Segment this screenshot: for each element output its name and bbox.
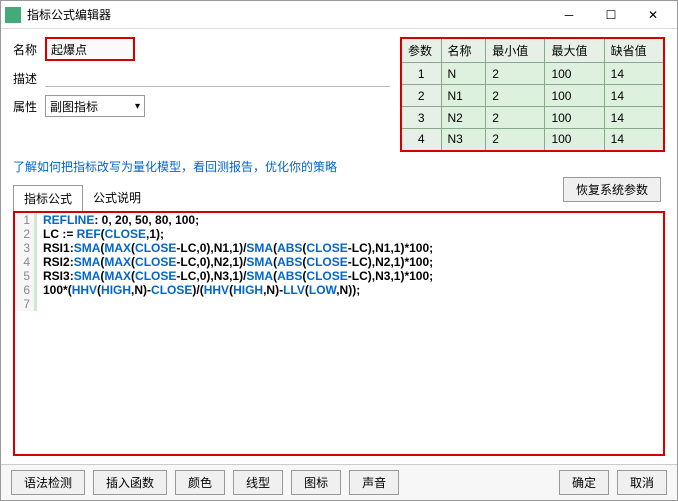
- param-header: 参数: [401, 38, 441, 63]
- param-header-row: 参数 名称 最小值 最大值 缺省值: [401, 38, 664, 63]
- param-header: 缺省值: [604, 38, 664, 63]
- prop-value: 副图指标: [50, 98, 98, 115]
- prop-select[interactable]: 副图指标 ▾: [45, 95, 145, 117]
- app-icon: [5, 7, 21, 23]
- param-row[interactable]: 2N1210014: [401, 85, 664, 107]
- name-input[interactable]: [45, 37, 135, 61]
- prop-label: 属性: [13, 98, 45, 115]
- syntax-check-button[interactable]: 语法检测: [11, 470, 85, 495]
- param-header: 最大值: [545, 38, 604, 63]
- code-editor[interactable]: 1REFLINE: 0, 20, 50, 80, 100;2LC := REF(…: [13, 211, 665, 457]
- tab-explain[interactable]: 公式说明: [83, 185, 151, 212]
- editor-window: 指标公式编辑器 ─ ☐ ✕ 名称 描述 属性 副图指标: [0, 0, 678, 501]
- param-header: 名称: [441, 38, 486, 63]
- top-row: 名称 描述 属性 副图指标 ▾ 参数 名称: [13, 37, 665, 152]
- footer: 语法检测 插入函数 颜色 线型 图标 声音 确定 取消: [1, 464, 677, 500]
- color-button[interactable]: 颜色: [175, 470, 225, 495]
- param-row[interactable]: 4N3210014: [401, 129, 664, 151]
- left-form: 名称 描述 属性 副图指标 ▾: [13, 37, 390, 152]
- restore-params-button[interactable]: 恢复系统参数: [563, 177, 661, 202]
- tab-formula[interactable]: 指标公式: [13, 185, 83, 212]
- desc-input[interactable]: [45, 69, 390, 87]
- chart-icon-button[interactable]: 图标: [291, 470, 341, 495]
- cancel-button[interactable]: 取消: [617, 470, 667, 495]
- close-button[interactable]: ✕: [633, 3, 673, 27]
- param-table: 参数 名称 最小值 最大值 缺省值 1N210014 2N1210014 3N2…: [400, 37, 665, 152]
- minimize-button[interactable]: ─: [549, 3, 589, 27]
- param-row[interactable]: 1N210014: [401, 63, 664, 85]
- name-label: 名称: [13, 41, 45, 58]
- maximize-button[interactable]: ☐: [591, 3, 631, 27]
- window-title: 指标公式编辑器: [27, 6, 549, 23]
- desc-label: 描述: [13, 70, 45, 87]
- ok-button[interactable]: 确定: [559, 470, 609, 495]
- param-row[interactable]: 3N2210014: [401, 107, 664, 129]
- help-link[interactable]: 了解如何把指标改写为量化模型，看回测报告，优化你的策略: [13, 158, 665, 175]
- param-header: 最小值: [486, 38, 545, 63]
- content-area: 名称 描述 属性 副图指标 ▾ 参数 名称: [1, 29, 677, 464]
- insert-function-button[interactable]: 插入函数: [93, 470, 167, 495]
- line-style-button[interactable]: 线型: [233, 470, 283, 495]
- chevron-down-icon: ▾: [135, 101, 140, 112]
- sound-button[interactable]: 声音: [349, 470, 399, 495]
- window-controls: ─ ☐ ✕: [549, 3, 673, 27]
- titlebar: 指标公式编辑器 ─ ☐ ✕: [1, 1, 677, 29]
